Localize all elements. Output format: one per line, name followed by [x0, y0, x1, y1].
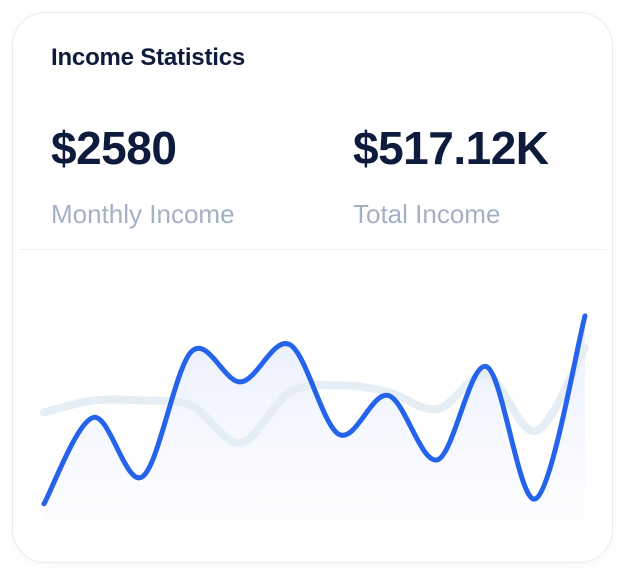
chart-plot-area — [40, 313, 589, 519]
income-line-chart — [40, 313, 589, 519]
income-statistics-card: Income Statistics $2580 Monthly Income $… — [12, 12, 613, 563]
